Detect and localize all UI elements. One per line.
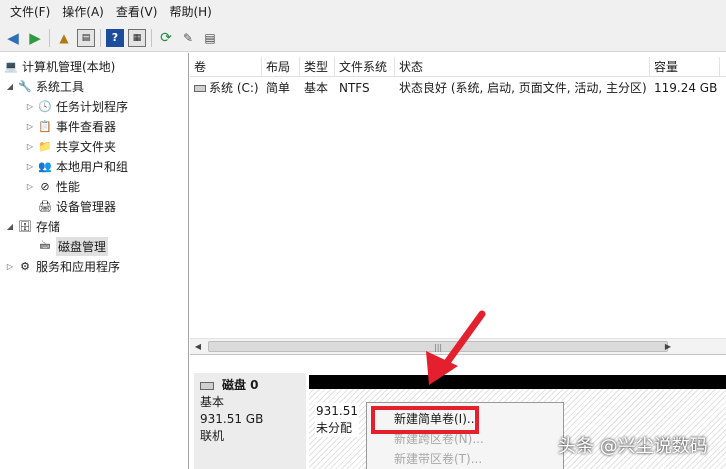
arrow-shaft <box>439 310 486 372</box>
annotation-arrow <box>426 310 486 385</box>
watermark: 头条 @兴尘说数码 <box>558 436 708 457</box>
